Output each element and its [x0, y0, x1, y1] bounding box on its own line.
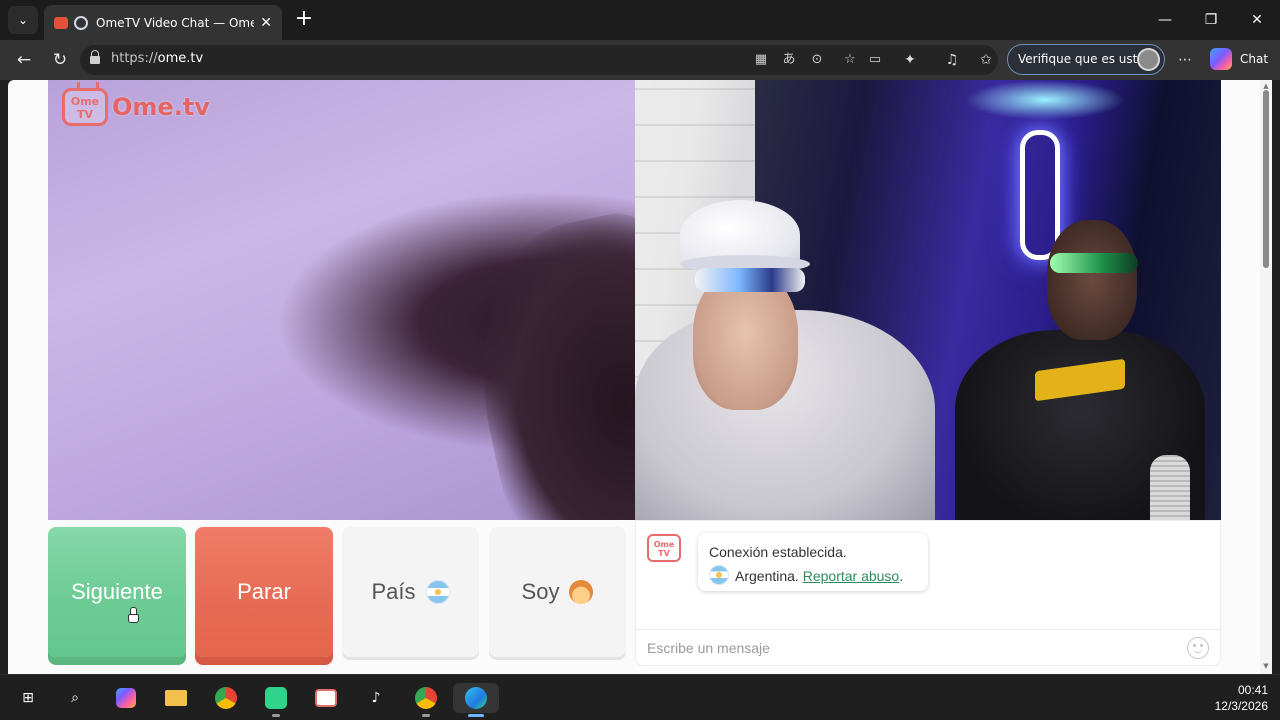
ometv-tv-icon: Ome TV [62, 88, 108, 126]
partner-country-line: Argentina. Reportar abuso. [709, 564, 917, 588]
video-microphone [1150, 455, 1190, 520]
tab-close-icon[interactable]: ✕ [260, 15, 272, 31]
windows-taskbar: ⊞ ⌕ ♪ 00:41 12/3/2026 [0, 674, 1280, 720]
favorite-star-icon[interactable]: ☆ [841, 51, 859, 69]
argentina-flag-icon [425, 580, 450, 604]
copilot-app-icon[interactable] [111, 683, 141, 713]
next-button[interactable]: Siguiente [48, 527, 186, 657]
tab-list-dropdown-icon[interactable]: ⌄ [8, 6, 38, 34]
chat-panel: Ome TV Conexión establecida. Argentina. R… [635, 520, 1221, 666]
page-scrollbar[interactable]: ▲ ▼ [1260, 80, 1272, 674]
url-text: https://ome.tv [111, 51, 204, 66]
minimize-icon[interactable]: — [1142, 0, 1188, 40]
ometv-wordmark: Ome.tv [112, 93, 210, 121]
back-arrow-icon[interactable]: ← [12, 48, 36, 72]
video-person-2-sunglasses [1050, 253, 1138, 273]
lock-icon [90, 50, 100, 65]
next-label: Siguiente [71, 579, 163, 604]
chrome-profile-icon[interactable] [411, 683, 441, 717]
profile-avatar [1137, 48, 1160, 71]
gender-label: Soy [521, 579, 560, 604]
new-tab-icon[interactable]: + [292, 8, 316, 32]
refresh-icon[interactable]: ↻ [48, 48, 72, 72]
remote-video [635, 80, 1221, 520]
file-explorer-icon[interactable] [161, 683, 191, 713]
message-input[interactable] [636, 629, 1220, 666]
search-icon[interactable]: ⌕ [60, 683, 90, 713]
tab-title: OmeTV Video Chat — Omegl [96, 15, 255, 30]
chrome-icon[interactable] [211, 683, 241, 713]
browser-toolbar: ← ↻ https://ome.tv ▦ あ ⊙ ☆ ▭ ✦ ♫ ✩ Verif… [0, 40, 1280, 80]
more-tools-icon[interactable]: ⊙ [808, 51, 826, 69]
local-video: Ome TV Ome.tv [48, 80, 635, 520]
connection-status-text: Conexión establecida. [709, 544, 847, 560]
favorites-icon[interactable]: ✩ [976, 50, 996, 70]
verify-label: Verifique que es usted [1018, 52, 1153, 66]
media-icon[interactable]: ♫ [942, 50, 962, 70]
app-grid-icon[interactable]: ▦ [752, 51, 770, 69]
ometv-favicon-icon [54, 16, 68, 29]
country-button[interactable]: País [342, 527, 479, 657]
hand-cursor-icon [128, 607, 139, 623]
clock-time: 00:41 [1237, 683, 1268, 697]
ometv-logo[interactable]: Ome TV Ome.tv [62, 88, 210, 126]
argentina-flag-icon [709, 565, 729, 585]
window-close-icon[interactable]: ✕ [1234, 0, 1280, 40]
video-person-1-sunglasses [695, 268, 805, 292]
copilot-icon [1210, 48, 1232, 70]
chat-label: Chat [1240, 52, 1269, 66]
stop-button[interactable]: Parar [195, 527, 333, 657]
scroll-up-icon[interactable]: ▲ [1262, 82, 1270, 90]
partner-country: Argentina. [735, 568, 799, 584]
translate-icon[interactable]: あ [780, 51, 798, 69]
loading-spinner-icon [74, 15, 88, 30]
address-bar[interactable]: https://ome.tv ▦ あ ⊙ ☆ ▭ [80, 45, 998, 75]
android-app-icon[interactable] [261, 683, 291, 717]
copilot-chat-button[interactable]: Chat [1210, 48, 1268, 70]
scroll-thumb[interactable] [1263, 90, 1269, 268]
clock-date: 12/3/2026 [1214, 699, 1268, 713]
video-neon-sign [1020, 130, 1060, 260]
more-menu-icon[interactable]: ⋯ [1175, 50, 1195, 70]
local-video-subject [451, 200, 635, 520]
chat-ometv-logo-icon: Ome TV [647, 534, 681, 562]
browser-tab-bar: ⌄ OmeTV Video Chat — Omegl ✕ + — ❐ ✕ [0, 0, 1280, 40]
report-abuse-link[interactable]: Reportar abuso [803, 568, 900, 584]
video-light-glow [965, 80, 1125, 120]
camera-in-use-icon[interactable]: ▭ [866, 51, 884, 69]
system-clock[interactable]: 00:41 12/3/2026 [1215, 682, 1268, 714]
gender-button[interactable]: Soy [489, 527, 626, 657]
ometv-app-icon[interactable] [311, 683, 341, 713]
restore-icon[interactable]: ❐ [1188, 0, 1234, 40]
tiktok-icon[interactable]: ♪ [361, 683, 391, 713]
verify-identity-button[interactable]: Verifique que es usted [1007, 44, 1165, 75]
scroll-down-icon[interactable]: ▼ [1262, 662, 1270, 670]
edge-icon[interactable] [453, 683, 499, 717]
video-person-2-head [1047, 220, 1137, 340]
extensions-icon[interactable]: ✦ [900, 50, 920, 70]
browser-tab-ometv[interactable]: OmeTV Video Chat — Omegl ✕ [44, 5, 282, 40]
start-icon[interactable]: ⊞ [13, 683, 43, 713]
boy-emoji-icon [569, 580, 594, 604]
stop-label: Parar [237, 579, 291, 604]
country-label: País [371, 579, 416, 604]
system-message-bubble: Conexión establecida. Argentina. Reporta… [698, 533, 928, 591]
emoji-picker-icon[interactable] [1187, 637, 1209, 659]
